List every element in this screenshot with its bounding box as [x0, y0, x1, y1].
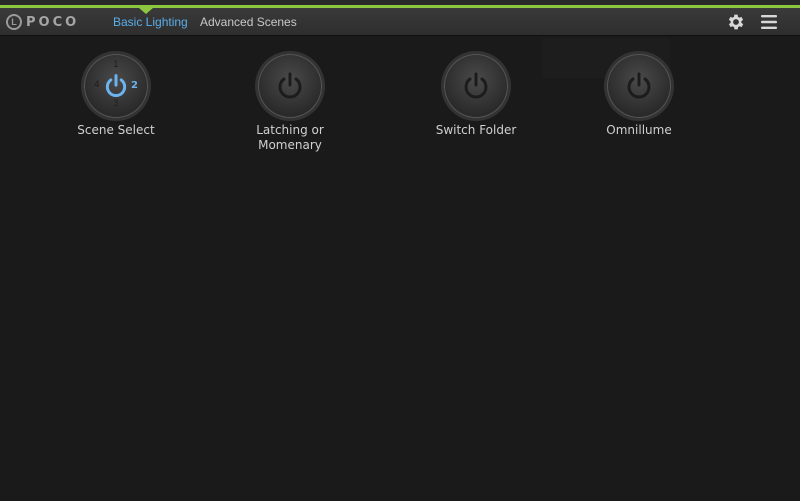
tile-switch-folder[interactable]: Switch Folder: [406, 54, 546, 138]
scene-number-4: 4: [94, 80, 100, 90]
tile-latching-momenary[interactable]: Latching or Momenary: [220, 54, 360, 153]
omnillume-power-button[interactable]: [607, 54, 671, 118]
logo-mark-icon: L: [6, 14, 22, 30]
top-navigation-bar: L POCO Basic Lighting Advanced Scenes: [0, 8, 800, 36]
power-icon: [105, 74, 127, 97]
latching-power-button[interactable]: [258, 54, 322, 118]
tile-label: Scene Select: [77, 123, 155, 137]
gear-icon[interactable]: [726, 12, 746, 32]
scene-select-power-button[interactable]: 1 2 3 4: [84, 54, 148, 118]
tile-label: Latching or Momenary: [256, 123, 324, 152]
switch-folder-power-button[interactable]: [444, 54, 508, 118]
logo-text: POCO: [26, 14, 80, 30]
tab-basic-lighting[interactable]: Basic Lighting: [113, 15, 188, 29]
tile-scene-select[interactable]: 1 2 3 4 Scene Select: [46, 54, 186, 138]
power-icon: [627, 72, 651, 99]
scene-number-3: 3: [113, 99, 119, 109]
tile-label: Omnillume: [606, 123, 672, 137]
top-accent-strip: [0, 0, 800, 8]
scene-number-1: 1: [113, 60, 119, 70]
poco-logo: L POCO: [6, 12, 79, 32]
scene-number-2: 2: [131, 80, 138, 91]
tab-advanced-scenes[interactable]: Advanced Scenes: [200, 15, 297, 29]
tile-label: Switch Folder: [435, 123, 517, 137]
active-tab-indicator: [139, 8, 153, 14]
hamburger-menu-icon[interactable]: [759, 14, 779, 30]
tile-omnillume[interactable]: Omnillume: [569, 54, 709, 138]
power-icon: [464, 72, 488, 99]
power-icon: [278, 72, 302, 99]
